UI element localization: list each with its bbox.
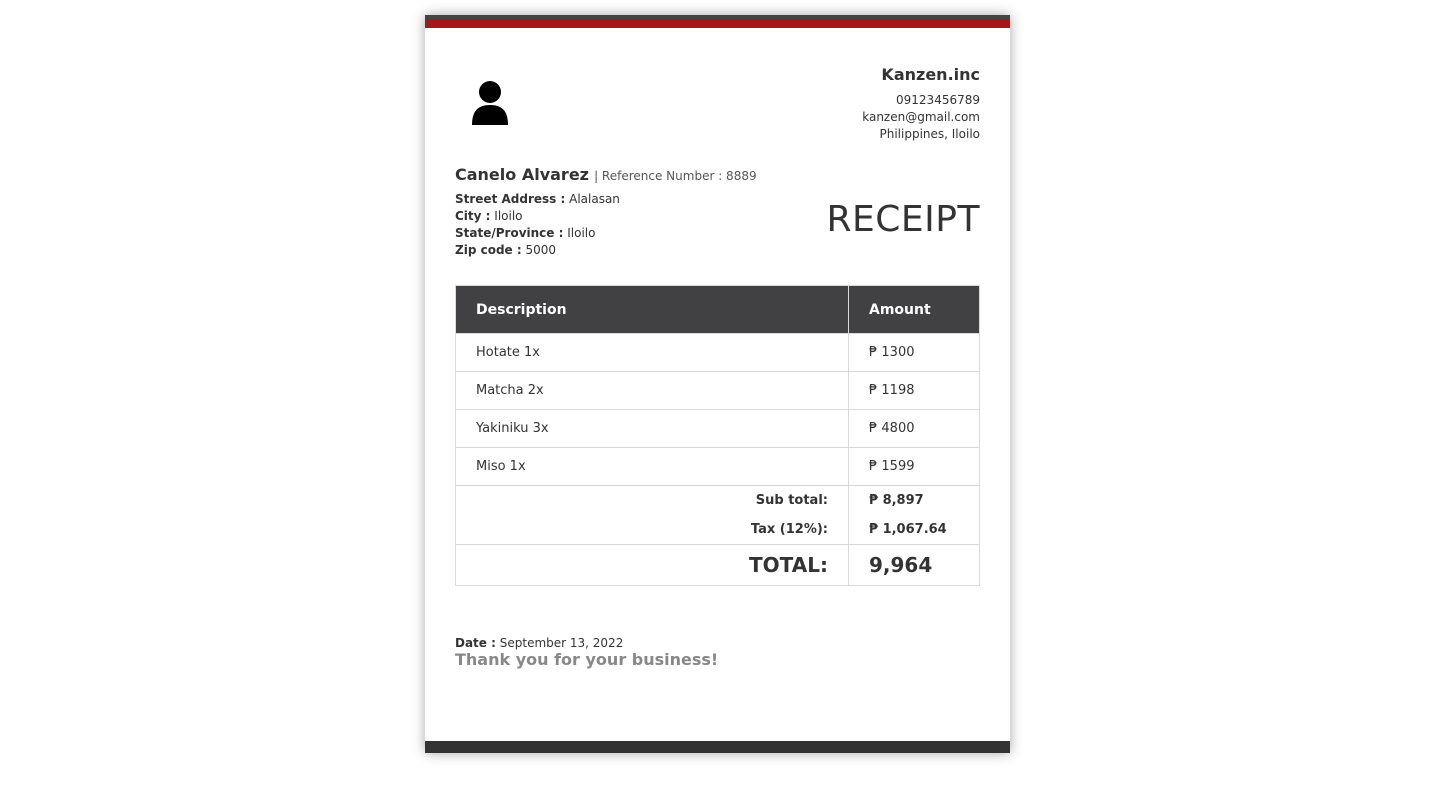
document-title: RECEIPT xyxy=(826,199,980,240)
item-description: Miso 1x xyxy=(455,447,849,486)
top-accent-bar xyxy=(425,15,1010,28)
date-line: Date : September 13, 2022 xyxy=(455,636,718,650)
thank-you-message: Thank you for your business! xyxy=(455,650,719,669)
reference-number: | Reference Number : 8889 xyxy=(594,169,757,183)
city-label: City : xyxy=(455,209,491,223)
receipt-footer: Date : September 13, 2022 Thank you for … xyxy=(455,636,718,669)
amount-header: Amount xyxy=(848,285,980,334)
item-description: Matcha 2x xyxy=(455,371,849,410)
item-amount: ₱ 1599 xyxy=(848,447,980,486)
description-header: Description xyxy=(455,285,849,334)
state-label: State/Province : xyxy=(455,226,564,240)
total-label: TOTAL: xyxy=(455,544,849,586)
tax-row: Tax (12%): ₱ 1,067.64 xyxy=(455,515,980,545)
tax-label: Tax (12%): xyxy=(455,515,849,545)
company-name: Kanzen.inc xyxy=(881,65,980,84)
date-label: Date : xyxy=(455,636,496,650)
city-value: Iloilo xyxy=(494,209,523,223)
subtotal-value: ₱ 8,897 xyxy=(848,485,980,515)
receipt-page: Kanzen.inc 09123456789 kanzen@gmail.com … xyxy=(425,15,1010,753)
table-row: Hotate 1x ₱ 1300 xyxy=(455,333,980,372)
subtotal-label: Sub total: xyxy=(455,485,849,515)
customer-name: Canelo Alvarez xyxy=(455,165,589,184)
item-description: Yakiniku 3x xyxy=(455,409,849,448)
item-amount: ₱ 1300 xyxy=(848,333,980,372)
street-value: Alalasan xyxy=(569,192,620,206)
zip-value: 5000 xyxy=(525,243,557,257)
table-row: Miso 1x ₱ 1599 xyxy=(455,447,980,486)
bottom-bar xyxy=(425,741,1010,753)
customer-info: Canelo Alvarez | Reference Number : 8889… xyxy=(455,165,757,259)
company-location: Philippines, Iloilo xyxy=(879,127,980,141)
customer-address: Street Address : Alalasan City : Iloilo … xyxy=(455,191,757,259)
user-avatar-icon xyxy=(472,81,508,125)
items-table: Description Amount Hotate 1x ₱ 1300 Matc… xyxy=(455,285,980,586)
company-email: kanzen@gmail.com xyxy=(862,110,980,124)
item-amount: ₱ 4800 xyxy=(848,409,980,448)
total-row: TOTAL: 9,964 xyxy=(455,544,980,586)
state-value: Iloilo xyxy=(567,226,596,240)
company-phone: 09123456789 xyxy=(896,93,980,107)
tax-value: ₱ 1,067.64 xyxy=(848,515,980,545)
total-value: 9,964 xyxy=(848,544,980,586)
company-info: Kanzen.inc 09123456789 kanzen@gmail.com … xyxy=(862,65,980,143)
table-row: Matcha 2x ₱ 1198 xyxy=(455,371,980,410)
table-header-row: Description Amount xyxy=(455,285,980,334)
date-value: September 13, 2022 xyxy=(499,636,624,650)
subtotal-row: Sub total: ₱ 8,897 xyxy=(455,485,980,515)
table-row: Yakiniku 3x ₱ 4800 xyxy=(455,409,980,448)
item-amount: ₱ 1198 xyxy=(848,371,980,410)
zip-label: Zip code : xyxy=(455,243,522,257)
item-description: Hotate 1x xyxy=(455,333,849,372)
street-label: Street Address : xyxy=(455,192,566,206)
